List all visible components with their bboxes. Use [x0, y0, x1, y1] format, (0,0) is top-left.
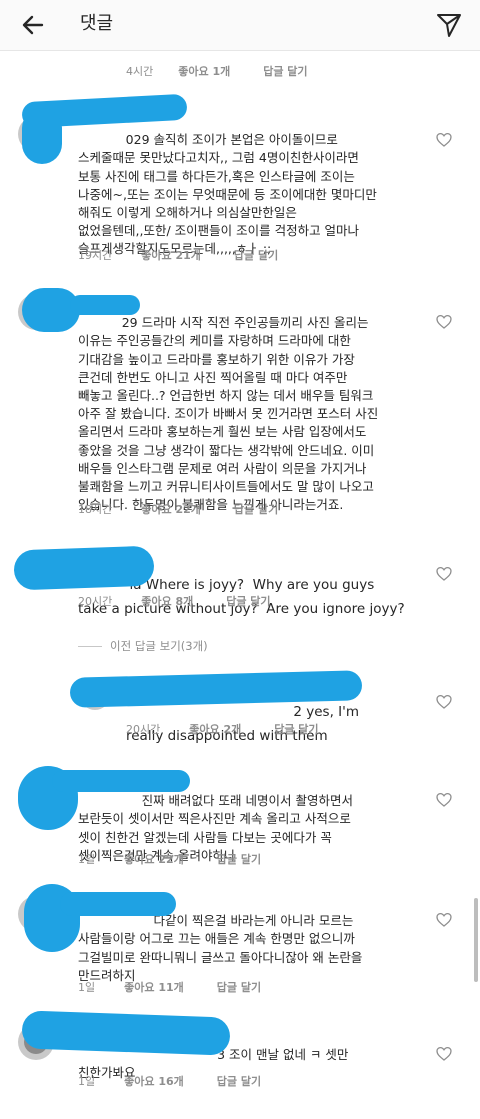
- likes-count[interactable]: 좋아요 16개: [124, 1075, 184, 1088]
- comment-meta: 1일 좋아요 22개 답글 달기: [78, 852, 261, 868]
- comment-meta: 20시간 좋아요 2개 답글 달기: [126, 722, 319, 738]
- reply-button[interactable]: 답글 달기: [217, 981, 261, 994]
- reply-button[interactable]: 답글 달기: [234, 503, 278, 516]
- heart-outline-icon[interactable]: [436, 314, 452, 330]
- comment-text: 029 솔직히 조이가 본업은 아이돌이므로 스케줄때문 못만났다고치자,, 그…: [78, 132, 377, 257]
- redaction-mark: [22, 108, 62, 164]
- comment-meta: 1일 좋아요 11개 답글 달기: [78, 980, 261, 996]
- comment-time: 1일: [78, 981, 96, 994]
- comment-time: 20시간: [78, 595, 113, 608]
- comment-time: 4시간: [126, 65, 154, 78]
- likes-count[interactable]: 좋아요 8개: [141, 595, 193, 608]
- likes-count[interactable]: 좋아요 22개: [141, 503, 201, 516]
- comment-meta: 18시간 좋아요 22개 답글 달기: [78, 502, 278, 518]
- redaction-mark: [52, 770, 190, 792]
- comment-time: 18시간: [78, 503, 113, 516]
- likes-count[interactable]: 좋아요 1개: [178, 65, 230, 78]
- comment-meta: 20시간 좋아요 8개 답글 달기: [78, 594, 271, 610]
- view-previous-replies[interactable]: 이전 답글 보기(3개): [78, 638, 208, 654]
- comment-time: 1일: [78, 1075, 96, 1088]
- reply-button[interactable]: 답글 달기: [226, 595, 270, 608]
- likes-count[interactable]: 좋아요 22개: [124, 853, 184, 866]
- heart-outline-icon[interactable]: [436, 566, 452, 582]
- header-bar: 댓글: [0, 0, 480, 51]
- comment-time: 20시간: [126, 723, 161, 736]
- redaction-mark: [13, 545, 155, 591]
- reply-button[interactable]: 답글 달기: [234, 249, 278, 262]
- scrollbar[interactable]: [474, 898, 478, 982]
- paper-plane-icon[interactable]: [434, 10, 464, 40]
- reply-button[interactable]: 답글 달기: [274, 723, 318, 736]
- likes-count[interactable]: 좋아요 2개: [189, 723, 241, 736]
- reply-button[interactable]: 답글 달기: [217, 853, 261, 866]
- comment-meta: 4시간 좋아요 1개 답글 달기: [126, 64, 308, 80]
- heart-outline-icon[interactable]: [436, 912, 452, 928]
- likes-count[interactable]: 좋아요 11개: [124, 981, 184, 994]
- redaction-mark: [70, 295, 140, 315]
- reply-button[interactable]: 답글 달기: [217, 1075, 261, 1088]
- comment-text: 29 드라마 시작 직전 주인공들끼리 사진 올리는 이유는 주인공들간의 케미…: [78, 315, 379, 513]
- redaction-mark: [21, 1010, 231, 1056]
- comment-time: 1일: [78, 853, 96, 866]
- heart-outline-icon[interactable]: [436, 1046, 452, 1062]
- page-title: 댓글: [80, 13, 114, 34]
- heart-outline-icon[interactable]: [436, 132, 452, 148]
- comment-meta: 1일 좋아요 16개 답글 달기: [78, 1074, 261, 1090]
- redaction-mark: [60, 892, 176, 916]
- likes-count[interactable]: 좋아요 21개: [141, 249, 201, 262]
- reply-button[interactable]: 답글 달기: [263, 65, 307, 78]
- heart-outline-icon[interactable]: [436, 792, 452, 808]
- comment-meta: 19시간 좋아요 21개 답글 달기: [78, 248, 278, 264]
- heart-outline-icon[interactable]: [436, 694, 452, 710]
- arrow-left-icon[interactable]: [20, 12, 46, 38]
- comment-time: 19시간: [78, 249, 113, 262]
